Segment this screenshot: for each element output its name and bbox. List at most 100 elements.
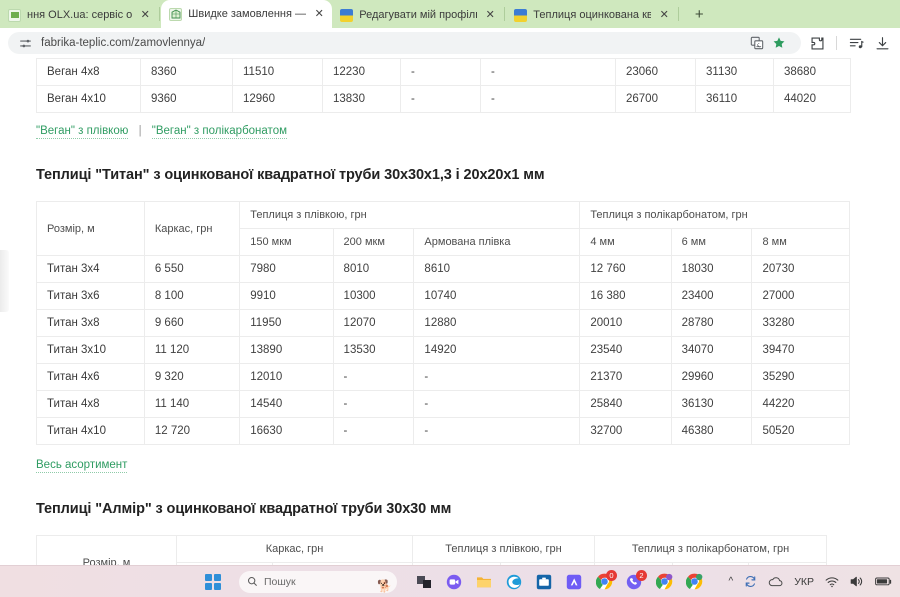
chrome-profile-p-icon[interactable] xyxy=(655,573,673,591)
onedrive-icon[interactable] xyxy=(768,576,783,588)
star-icon[interactable] xyxy=(769,33,789,53)
ukraine-flag-favicon xyxy=(340,8,354,22)
cell: 18030 xyxy=(670,255,753,283)
page-content: Веган 4x8 8360 11510 12230 - - 23060 311… xyxy=(0,58,900,565)
search-icon xyxy=(247,576,257,586)
tray-overflow-icon[interactable]: ^ xyxy=(729,576,734,587)
new-tab-button[interactable]: + xyxy=(686,1,712,27)
cell: 12960 xyxy=(232,85,323,113)
link-vegan-polycarbonate[interactable]: "Веган" з полікарбонатом xyxy=(151,125,287,139)
volume-icon[interactable] xyxy=(850,575,864,588)
browser-tab-2-active[interactable]: Швидке замовлення — Фабр ✕ xyxy=(161,0,333,28)
cell: 9 320 xyxy=(143,363,241,391)
taskbar-search-placeholder: Пошук xyxy=(264,575,296,588)
cell: Веган 4x8 xyxy=(36,58,141,86)
omnibox-actions xyxy=(747,33,791,53)
side-widget-handle[interactable] xyxy=(0,250,9,312)
cell: 9360 xyxy=(140,85,233,113)
tab-divider xyxy=(504,7,506,21)
cell: 34070 xyxy=(670,336,753,364)
cell: 23060 xyxy=(615,58,696,86)
tune-icon[interactable] xyxy=(18,36,32,50)
cell: 9 660 xyxy=(143,309,241,337)
sync-icon[interactable] xyxy=(744,575,757,588)
address-bar[interactable]: fabrika-teplic.com/zamovlennya/ xyxy=(8,32,801,54)
translate-icon[interactable] xyxy=(747,33,767,53)
tab-title: Швидке замовлення — Фабр xyxy=(188,8,307,20)
tab-title: Теплиця оцинкована квадрат xyxy=(533,9,652,21)
cell: 26700 xyxy=(615,85,696,113)
search-doodle-icon: 🐕 xyxy=(377,578,392,593)
cell: 12 720 xyxy=(143,417,241,445)
close-icon[interactable]: ✕ xyxy=(483,8,497,22)
briefcase-app-icon[interactable] xyxy=(535,573,553,591)
cell: 12010 xyxy=(239,363,334,391)
cell: 13830 xyxy=(322,85,401,113)
subheader-150mkm: 150 мкм xyxy=(239,228,334,256)
reading-list-icon[interactable] xyxy=(846,33,866,53)
cell: 10740 xyxy=(413,282,581,310)
google-chrome-icon[interactable]: 0 xyxy=(595,569,617,591)
link-all-assortment[interactable]: Весь асортимент xyxy=(36,459,128,473)
cell: 12880 xyxy=(413,309,581,337)
tab-divider xyxy=(159,7,161,21)
cell: 7980 xyxy=(239,255,334,283)
cell: 50520 xyxy=(751,417,850,445)
cell: 20730 xyxy=(751,255,850,283)
tab-title: ння OLX.ua: сервіс о xyxy=(27,9,133,21)
cell: - xyxy=(480,58,616,86)
cell: 23400 xyxy=(670,282,753,310)
cell: 44020 xyxy=(773,85,851,113)
close-icon[interactable]: ✕ xyxy=(657,8,671,22)
header-size: Розмір, м xyxy=(36,201,145,256)
taskbar-search-input[interactable]: Пошук 🐕 xyxy=(239,570,397,593)
cell: 29960 xyxy=(670,363,753,391)
cell: 8 100 xyxy=(143,282,241,310)
cell: Титан 3x10 xyxy=(36,336,145,364)
cell: Веган 4x10 xyxy=(36,85,141,113)
microsoft-edge-icon[interactable] xyxy=(505,573,523,591)
language-indicator[interactable]: УКР xyxy=(794,576,814,588)
cell: 44220 xyxy=(751,390,850,418)
table-header-group-row: Розмір, м Каркас, грн Теплиця з плівкою,… xyxy=(36,201,850,256)
downloads-icon[interactable] xyxy=(872,33,892,53)
cell: Титан 3x4 xyxy=(36,255,145,283)
page-viewport: Веган 4x8 8360 11510 12230 - - 23060 311… xyxy=(0,58,900,565)
cell: Титан 3x6 xyxy=(36,282,145,310)
cell: Титан 3x8 xyxy=(36,309,145,337)
extensions-icon[interactable] xyxy=(807,33,827,53)
table-row: Титан 3x6 8 100 9910 10300 10740 16 380 … xyxy=(36,282,850,310)
cell: 31130 xyxy=(695,58,774,86)
wifi-icon[interactable] xyxy=(825,576,839,588)
start-button[interactable] xyxy=(205,573,221,590)
browser-tab-1[interactable]: ння OLX.ua: сервіс о ✕ xyxy=(0,2,158,28)
viber-icon[interactable]: 2 xyxy=(625,569,647,591)
file-explorer-icon[interactable] xyxy=(475,573,493,591)
browser-tab-4[interactable]: Теплиця оцинкована квадрат ✕ xyxy=(506,2,677,28)
table-row: Титан 4x8 11 140 14540 - - 25840 36130 4… xyxy=(36,390,850,418)
m-app-icon[interactable] xyxy=(565,573,583,591)
cell: 14540 xyxy=(239,390,334,418)
cell: 33280 xyxy=(751,309,850,337)
cell: 46380 xyxy=(670,417,753,445)
table-row: Титан 4x10 12 720 16630 - - 32700 46380 … xyxy=(36,417,850,445)
link-vegan-film[interactable]: "Веган" з плівкою xyxy=(36,125,129,139)
cell: 13890 xyxy=(239,336,334,364)
close-icon[interactable]: ✕ xyxy=(138,8,152,22)
task-view-icon[interactable] xyxy=(415,573,433,591)
cell: 11 120 xyxy=(143,336,241,364)
battery-icon[interactable] xyxy=(875,576,892,587)
zoom-app-icon[interactable] xyxy=(445,573,463,591)
notification-badge: 2 xyxy=(636,569,647,581)
cell: 27000 xyxy=(751,282,850,310)
cell: 8010 xyxy=(332,255,415,283)
cell: - xyxy=(400,58,481,86)
header-frame: Каркас, грн xyxy=(143,201,241,256)
system-tray: ^ УКР xyxy=(729,575,900,588)
browser-tab-3[interactable]: Редагувати мій профіль ✕ xyxy=(332,2,503,28)
header-film-group: Теплиця з плівкою, грн xyxy=(412,535,596,563)
cell: Титан 4x8 xyxy=(36,390,145,418)
chrome-profile-m-icon[interactable] xyxy=(685,573,703,591)
close-icon[interactable]: ✕ xyxy=(312,7,326,21)
cell: 38680 xyxy=(773,58,851,86)
